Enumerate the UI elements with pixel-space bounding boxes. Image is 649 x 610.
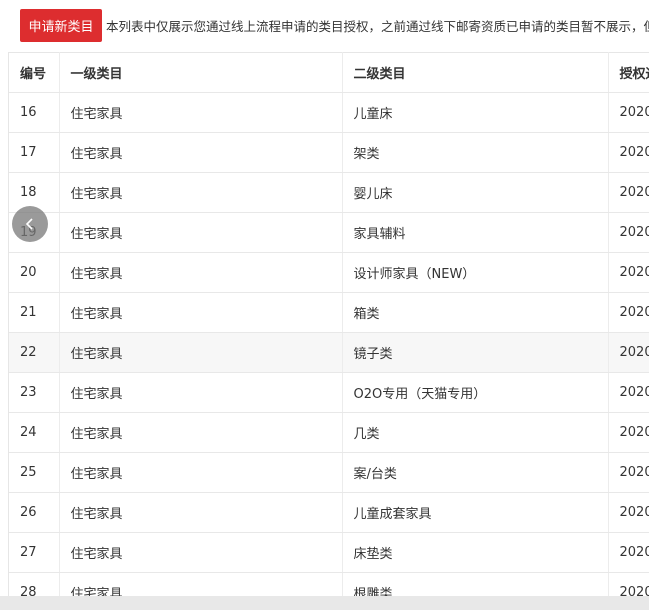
chevron-left-icon[interactable]: [12, 206, 48, 242]
cell-secondary: 案/台类: [342, 452, 609, 493]
cell-id: 17: [9, 132, 60, 173]
table-row: 22 住宅家具 镜子类 2020: [9, 332, 649, 373]
cell-date: 2020: [608, 412, 649, 453]
cell-secondary: 箱类: [342, 292, 609, 333]
table-row: 27 住宅家具 床垫类 2020: [9, 532, 649, 573]
cell-secondary: 设计师家具（NEW）: [342, 252, 609, 293]
notice-text: 本列表中仅展示您通过线上流程申请的类目授权，之前通过线下邮寄资质已申请的类目暂不…: [106, 19, 649, 34]
cell-secondary: 儿童成套家具: [342, 492, 609, 533]
cell-id: 26: [9, 492, 60, 533]
cell-date: 2020: [608, 252, 649, 293]
cell-date: 2020: [608, 372, 649, 413]
cell-secondary: 架类: [342, 132, 609, 173]
table-row: 16 住宅家具 儿童床 2020: [9, 92, 649, 133]
bottom-scroll-area: [0, 596, 649, 610]
cell-primary: 住宅家具: [59, 252, 343, 293]
header-secondary-category: 二级类目: [342, 52, 609, 93]
table-row: 19 住宅家具 家具辅料 2020: [9, 212, 649, 253]
chevron-left-glyph: [25, 218, 33, 230]
table-row: 17 住宅家具 架类 2020: [9, 132, 649, 173]
table-row: 18 住宅家具 婴儿床 2020: [9, 172, 649, 213]
cell-primary: 住宅家具: [59, 132, 343, 173]
table-row: 23 住宅家具 O2O专用（天猫专用） 2020: [9, 372, 649, 413]
cell-id: 20: [9, 252, 60, 293]
cell-date: 2020: [608, 92, 649, 133]
category-table: 编号 一级类目 二级类目 授权通 16 住宅家具 儿童床 2020 17 住宅家…: [9, 52, 649, 597]
cell-id: 24: [9, 412, 60, 453]
toolbar: 申请新类目 本列表中仅展示您通过线上流程申请的类目授权，之前通过线下邮寄资质已申…: [0, 0, 649, 52]
table-row: 24 住宅家具 几类 2020: [9, 412, 649, 453]
apply-new-category-button[interactable]: 申请新类目: [20, 9, 102, 42]
cell-date: 2020: [608, 332, 649, 373]
cell-id: 22: [9, 332, 60, 373]
table-row: 28 住宅家具 根雕类 2020: [9, 572, 649, 597]
cell-primary: 住宅家具: [59, 172, 343, 213]
cell-secondary: 几类: [342, 412, 609, 453]
cell-primary: 住宅家具: [59, 372, 343, 413]
cell-id: 21: [9, 292, 60, 333]
table-header-row: 编号 一级类目 二级类目 授权通: [9, 52, 649, 93]
table-row: 25 住宅家具 案/台类 2020: [9, 452, 649, 493]
header-id: 编号: [9, 52, 60, 93]
cell-date: 2020: [608, 172, 649, 213]
cell-id: 25: [9, 452, 60, 493]
cell-primary: 住宅家具: [59, 92, 343, 133]
cell-id: 28: [9, 572, 60, 597]
cell-secondary: 儿童床: [342, 92, 609, 133]
cell-primary: 住宅家具: [59, 292, 343, 333]
cell-primary: 住宅家具: [59, 532, 343, 573]
cell-primary: 住宅家具: [59, 452, 343, 493]
cell-id: 27: [9, 532, 60, 573]
header-auth-date: 授权通: [608, 52, 649, 93]
cell-date: 2020: [608, 132, 649, 173]
cell-date: 2020: [608, 452, 649, 493]
header-primary-category: 一级类目: [59, 52, 343, 93]
cell-secondary: 镜子类: [342, 332, 609, 373]
cell-id: 23: [9, 372, 60, 413]
cell-secondary: 家具辅料: [342, 212, 609, 253]
cell-secondary: 根雕类: [342, 572, 609, 597]
cell-date: 2020: [608, 212, 649, 253]
cell-secondary: 床垫类: [342, 532, 609, 573]
cell-date: 2020: [608, 492, 649, 533]
table-row: 21 住宅家具 箱类 2020: [9, 292, 649, 333]
cell-primary: 住宅家具: [59, 492, 343, 533]
cell-date: 2020: [608, 292, 649, 333]
cell-id: 16: [9, 92, 60, 133]
cell-primary: 住宅家具: [59, 412, 343, 453]
cell-date: 2020: [608, 572, 649, 597]
table-row: 26 住宅家具 儿童成套家具 2020: [9, 492, 649, 533]
cell-date: 2020: [608, 532, 649, 573]
cell-primary: 住宅家具: [59, 332, 343, 373]
cell-primary: 住宅家具: [59, 572, 343, 597]
category-table-container: 编号 一级类目 二级类目 授权通 16 住宅家具 儿童床 2020 17 住宅家…: [8, 52, 649, 597]
cell-secondary: 婴儿床: [342, 172, 609, 213]
cell-secondary: O2O专用（天猫专用）: [342, 372, 609, 413]
table-row: 20 住宅家具 设计师家具（NEW） 2020: [9, 252, 649, 293]
cell-primary: 住宅家具: [59, 212, 343, 253]
